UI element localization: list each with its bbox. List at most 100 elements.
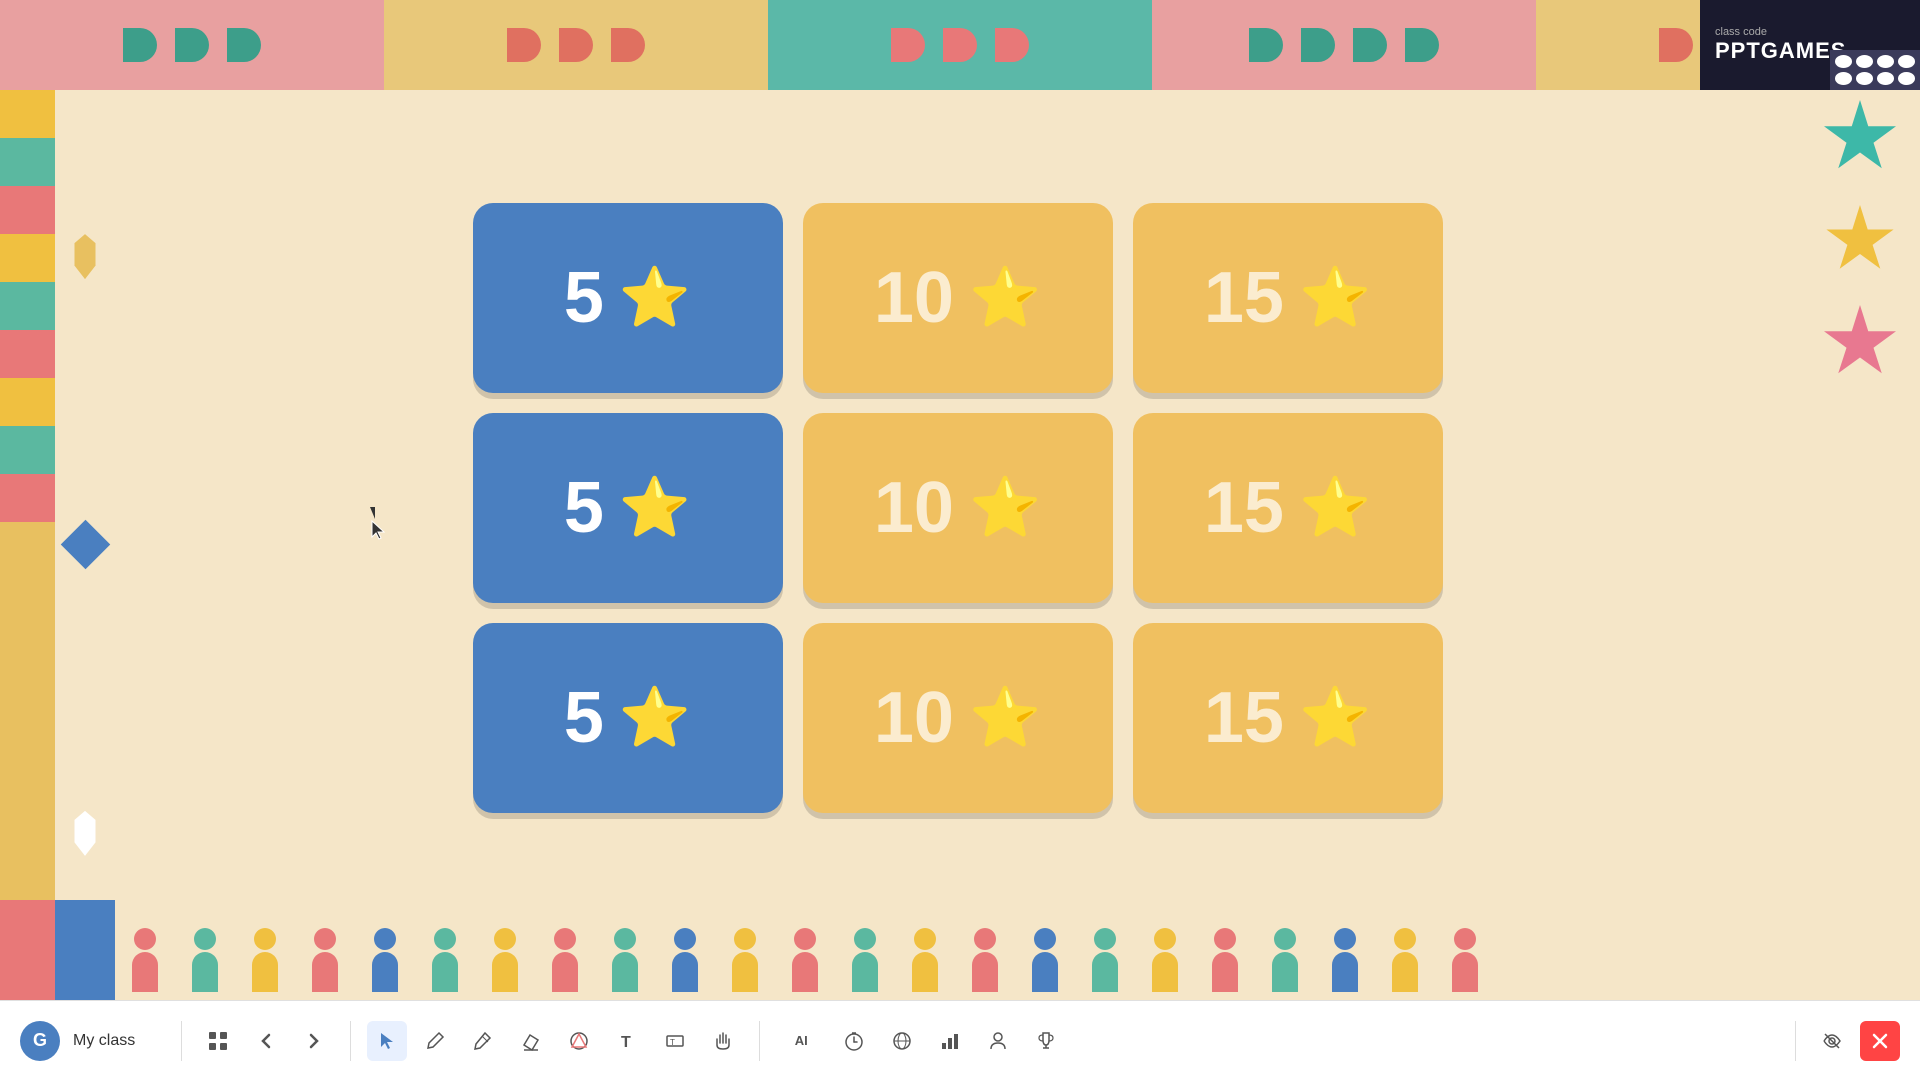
card-value: 15 <box>1204 262 1284 334</box>
person-body <box>972 952 998 992</box>
person-head <box>1154 928 1176 950</box>
person-figure <box>840 928 890 998</box>
pink-starburst <box>1823 305 1898 380</box>
deco-half-circle <box>891 28 925 62</box>
grid-view-button[interactable] <box>198 1021 238 1061</box>
card-10-2[interactable]: 10 ⭐ <box>803 413 1113 603</box>
person-head <box>194 928 216 950</box>
trophy-button[interactable] <box>1026 1021 1066 1061</box>
person-figure <box>960 928 1010 998</box>
blue-block <box>55 900 115 1000</box>
forward-icon <box>304 1031 324 1051</box>
person-figure <box>420 928 470 998</box>
logo-dot <box>1898 55 1915 68</box>
stripe <box>0 186 55 234</box>
card-5-1[interactable]: 5 ⭐ <box>473 203 783 393</box>
forward-button[interactable] <box>294 1021 334 1061</box>
shapes-button[interactable] <box>559 1021 599 1061</box>
person-body <box>312 952 338 992</box>
cursor-button[interactable] <box>367 1021 407 1061</box>
person-head <box>434 928 456 950</box>
person-body <box>252 952 278 992</box>
person-figure <box>660 928 710 998</box>
bottom-deco-bar <box>115 925 1800 1000</box>
marker-button[interactable] <box>463 1021 503 1061</box>
pen-button[interactable] <box>415 1021 455 1061</box>
person-head <box>134 928 156 950</box>
card-value: 10 <box>874 262 954 334</box>
logo-area: class code PPTGAMES <box>1700 0 1920 90</box>
person-icon <box>988 1031 1008 1051</box>
ai-button[interactable]: AI <box>776 1021 826 1061</box>
eye-slash-icon <box>1822 1031 1842 1051</box>
deco-half-circle <box>1249 28 1283 62</box>
card-value: 10 <box>874 682 954 754</box>
person-head <box>1454 928 1476 950</box>
person-figure <box>1380 928 1430 998</box>
person-head <box>974 928 996 950</box>
card-10-1[interactable]: 10 ⭐ <box>803 203 1113 393</box>
toolbar-separator <box>759 1021 760 1061</box>
left-icons <box>55 90 115 1000</box>
card-5-2[interactable]: 5 ⭐ <box>473 413 783 603</box>
person-figure <box>120 928 170 998</box>
star-icon: ⭐ <box>619 264 691 332</box>
person-figure <box>360 928 410 998</box>
person-head <box>854 928 876 950</box>
toolbar-separator <box>181 1021 182 1061</box>
card-15-1[interactable]: 15 ⭐ <box>1133 203 1443 393</box>
person-figure <box>540 928 590 998</box>
top-segment-2 <box>384 0 768 90</box>
person-body <box>492 952 518 992</box>
person-body <box>192 952 218 992</box>
close-icon <box>1871 1032 1889 1050</box>
app-title: PPTGAMES <box>1715 38 1846 64</box>
card-value: 15 <box>1204 682 1284 754</box>
cursor-icon <box>377 1031 397 1051</box>
person-head <box>674 928 696 950</box>
globe-button[interactable] <box>882 1021 922 1061</box>
logo-dot <box>1856 72 1873 85</box>
card-15-2[interactable]: 15 ⭐ <box>1133 413 1443 603</box>
person-body <box>1272 952 1298 992</box>
trophy-icon <box>1036 1031 1056 1051</box>
person-head <box>914 928 936 950</box>
svg-text:T: T <box>621 1034 631 1051</box>
textbox-button[interactable]: T <box>655 1021 695 1061</box>
hide-button[interactable] <box>1812 1021 1852 1061</box>
app-logo: G <box>20 1021 60 1061</box>
stripe <box>0 90 55 138</box>
deco-half-circle <box>175 28 209 62</box>
person-button[interactable] <box>978 1021 1018 1061</box>
stripe <box>0 378 55 426</box>
person-figure <box>240 928 290 998</box>
logo-dot <box>1898 72 1915 85</box>
deco-half-circle <box>227 28 261 62</box>
logo-dot <box>1835 72 1852 85</box>
card-10-3[interactable]: 10 ⭐ <box>803 623 1113 813</box>
deco-half-circle <box>1659 28 1693 62</box>
person-figure <box>1200 928 1250 998</box>
card-5-3[interactable]: 5 ⭐ <box>473 623 783 813</box>
stripe <box>0 138 55 186</box>
close-button[interactable] <box>1860 1021 1900 1061</box>
card-15-3[interactable]: 15 ⭐ <box>1133 623 1443 813</box>
timer-button[interactable] <box>834 1021 874 1061</box>
eraser-button[interactable] <box>511 1021 551 1061</box>
person-head <box>374 928 396 950</box>
person-body <box>432 952 458 992</box>
card-value: 5 <box>564 262 604 334</box>
hand-button[interactable] <box>703 1021 743 1061</box>
deco-half-circle <box>559 28 593 62</box>
chart-button[interactable] <box>930 1021 970 1061</box>
text-button[interactable]: T <box>607 1021 647 1061</box>
deco-half-circle <box>943 28 977 62</box>
person-head <box>1394 928 1416 950</box>
star-icon: ⭐ <box>969 474 1041 542</box>
stripe <box>0 282 55 330</box>
deco-half-circle <box>507 28 541 62</box>
person-figure <box>1140 928 1190 998</box>
person-figure <box>1320 928 1370 998</box>
card-value: 15 <box>1204 472 1284 544</box>
back-button[interactable] <box>246 1021 286 1061</box>
